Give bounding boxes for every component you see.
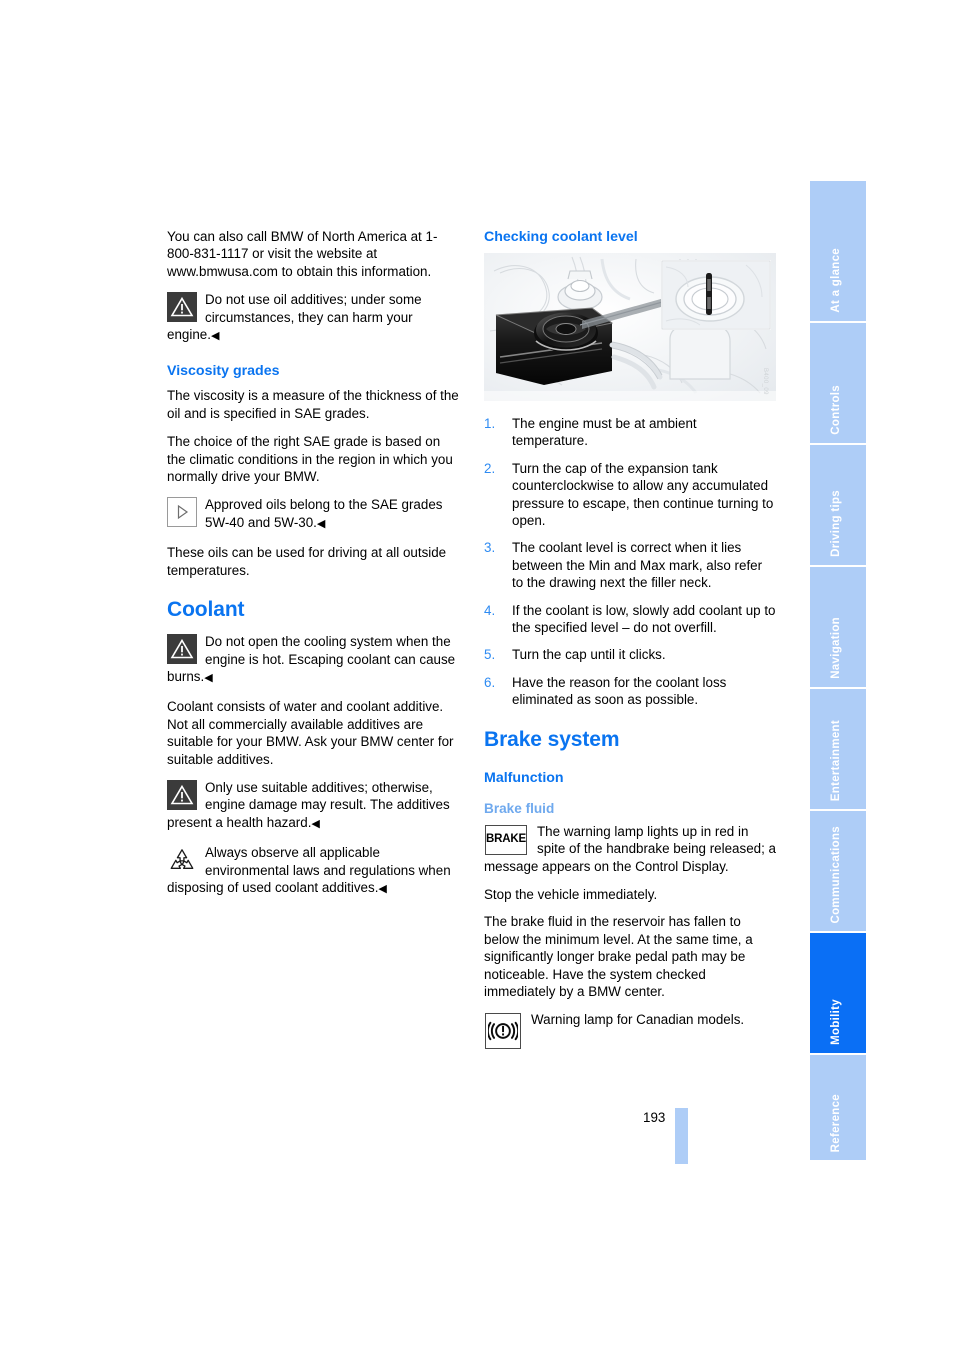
- list-item: 3. The coolant level is correct when it …: [484, 539, 776, 591]
- section-tabs: At a glance Controls Driving tips Naviga…: [810, 181, 866, 1162]
- tab-label: Controls: [830, 385, 842, 435]
- play-triangle-icon: [167, 497, 197, 528]
- warning-triangle-icon: [167, 779, 197, 810]
- end-mark: ◀: [311, 817, 320, 830]
- canadian-lamp-note: Warning lamp for Canadian models.: [484, 1011, 776, 1050]
- environment-note: Always observe all applicable environmen…: [167, 844, 459, 898]
- heading-brake-fluid: Brake fluid: [484, 800, 555, 816]
- tab-label: At a glance: [830, 248, 842, 313]
- heading-viscosity-grades: Viscosity grades: [167, 363, 280, 380]
- tab-label: Reference: [830, 1093, 842, 1152]
- step-text: Turn the cap of the expansion tank count…: [512, 460, 774, 529]
- tab-navigation[interactable]: Navigation: [810, 567, 866, 689]
- tab-reference[interactable]: Reference: [810, 1055, 866, 1162]
- tab-communications[interactable]: Communications: [810, 811, 866, 933]
- warning-additives-text: Only use suitable additives; otherwise, …: [167, 779, 450, 830]
- brake-warning-lamp-icon: BRAKE: [484, 824, 528, 856]
- end-mark: ◀: [378, 882, 387, 895]
- viscosity-paragraph-1: The viscosity is a measure of the thickn…: [167, 388, 459, 421]
- step-text: The engine must be at ambient temperatur…: [512, 416, 697, 449]
- page-number-bar: [675, 1108, 688, 1164]
- coolant-paragraph-1: Coolant consists of water and coolant ad…: [167, 699, 454, 767]
- info-note-approved-oils: Approved oils belong to the SAE grades 5…: [167, 496, 459, 533]
- heading-malfunction: Malfunction: [484, 769, 564, 786]
- warning-note-cooling-system: Do not open the cooling system when the …: [167, 633, 459, 687]
- warning-oil-additives-text: Do not use oil additives; under some cir…: [167, 292, 422, 343]
- list-item: 1. The engine must be at ambient tempera…: [484, 415, 776, 450]
- brake-stop-paragraph: Stop the vehicle immediately.: [484, 886, 658, 902]
- coolant-check-steps: 1. The engine must be at ambient tempera…: [484, 415, 776, 709]
- tab-label: Entertainment: [830, 719, 842, 801]
- tab-driving-tips[interactable]: Driving tips: [810, 445, 866, 567]
- figure-code: B400_09: [762, 368, 768, 395]
- page-number: 193: [643, 1110, 666, 1125]
- warning-triangle-icon: [167, 292, 197, 323]
- list-item: 2. Turn the cap of the expansion tank co…: [484, 460, 776, 530]
- tab-entertainment[interactable]: Entertainment: [810, 689, 866, 811]
- list-item: 6. Have the reason for the coolant loss …: [484, 674, 776, 709]
- warning-triangle-icon: [167, 634, 197, 665]
- step-number: 6.: [484, 674, 496, 690]
- end-mark: ◀: [316, 517, 326, 530]
- list-item: 5. Turn the cap until it clicks.: [484, 646, 776, 663]
- step-number: 2.: [484, 460, 496, 476]
- step-number: 1.: [484, 416, 496, 431]
- brake-detail-paragraph: The brake fluid in the reservoir has fal…: [484, 914, 753, 999]
- viscosity-paragraph-2: The choice of the right SAE grade is bas…: [167, 434, 453, 485]
- canadian-lamp-note-text: Warning lamp for Canadian models.: [531, 1012, 745, 1028]
- end-mark: ◀: [204, 671, 213, 684]
- step-text: Turn the cap until it clicks.: [512, 647, 666, 663]
- tab-label: Communications: [830, 825, 842, 924]
- heading-checking-coolant-level: Checking coolant level: [484, 229, 638, 245]
- tab-label: Mobility: [830, 999, 842, 1045]
- step-text: The coolant level is correct when it lie…: [512, 540, 763, 591]
- recycle-note-text: Always observe all applicable environmen…: [167, 845, 451, 895]
- heading-coolant: Coolant: [167, 598, 245, 622]
- recycle-icon: [167, 845, 197, 875]
- step-text: Have the reason for the coolant loss eli…: [512, 674, 727, 708]
- end-mark: ◀: [210, 330, 220, 343]
- step-number: 5.: [484, 647, 496, 663]
- tab-mobility[interactable]: Mobility: [810, 933, 866, 1055]
- step-text: If the coolant is low, slowly add coolan…: [512, 602, 776, 636]
- warning-note-oil-additives: Do not use oil additives; under some cir…: [167, 291, 459, 345]
- intro-paragraph: You can also call BMW of North America a…: [167, 229, 438, 279]
- step-number: 4.: [484, 602, 496, 618]
- coolant-expansion-tank-illustration: B400_09: [484, 253, 776, 401]
- right-text-column: Checking coolant level B400_09 1. The en…: [484, 228, 776, 1061]
- viscosity-paragraph-3: These oils can be used for driving at al…: [167, 545, 447, 578]
- tab-controls[interactable]: Controls: [810, 323, 866, 445]
- manual-page: You can also call BMW of North America a…: [0, 0, 954, 1351]
- left-text-column: You can also call BMW of North America a…: [167, 228, 459, 909]
- tab-label: Driving tips: [830, 490, 842, 557]
- heading-brake-system: Brake system: [484, 727, 620, 751]
- canadian-brake-warning-lamp-icon: [484, 1012, 522, 1050]
- tab-label: Navigation: [830, 617, 842, 679]
- list-item: 4. If the coolant is low, slowly add coo…: [484, 602, 776, 637]
- tab-at-a-glance[interactable]: At a glance: [810, 181, 866, 323]
- warning-note-additives: Only use suitable additives; otherwise, …: [167, 779, 459, 833]
- step-number: 3.: [484, 540, 496, 556]
- brake-lamp-note: BRAKE The warning lamp lights up in red …: [484, 823, 776, 875]
- brake-lamp-label: BRAKE: [485, 824, 527, 855]
